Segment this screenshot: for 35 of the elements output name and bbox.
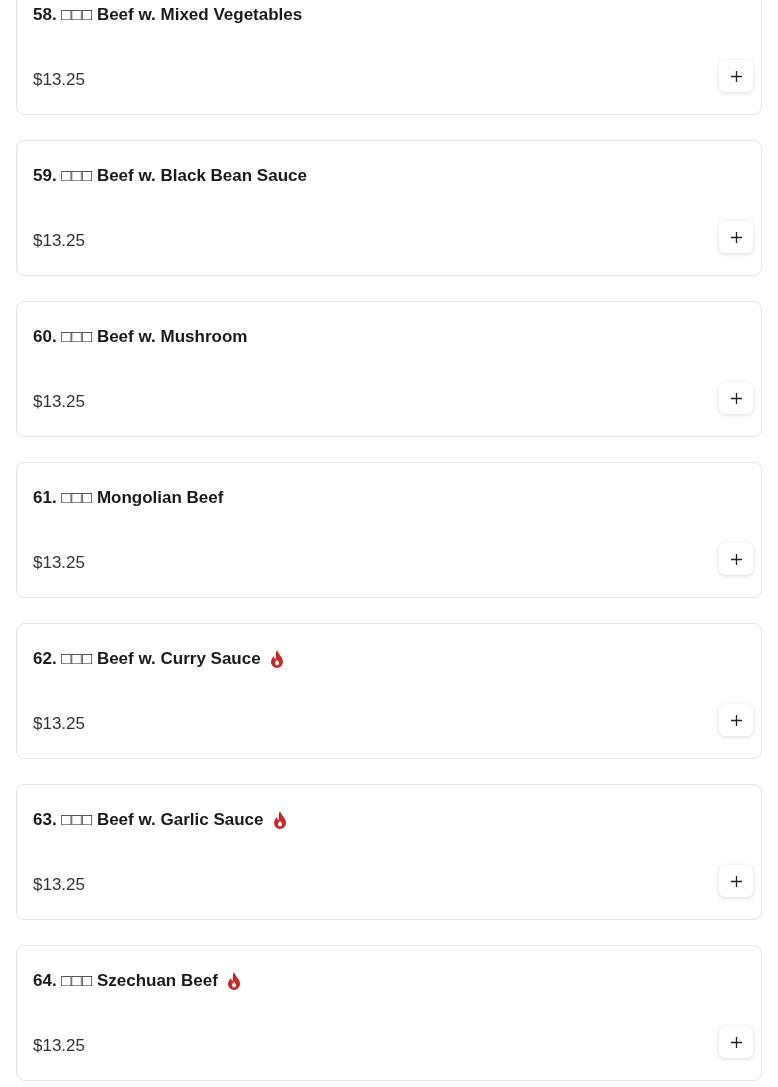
item-price: $13.25 <box>33 1034 85 1057</box>
item-price: $13.25 <box>33 873 85 896</box>
add-button[interactable] <box>719 382 753 414</box>
menu-item-card[interactable]: 62. □□□ Beef w. Curry Sauce $13.25 <box>16 623 762 759</box>
plus-icon <box>730 1036 742 1048</box>
add-button[interactable] <box>719 543 753 575</box>
menu-item-card[interactable]: 58. □□□ Beef w. Mixed Vegetables $13.25 <box>16 0 762 115</box>
item-name: 64. □□□ Szechuan Beef <box>33 970 218 992</box>
item-name: 60. □□□ Beef w. Mushroom <box>33 326 248 348</box>
plus-icon <box>730 714 742 726</box>
item-name: 59. □□□ Beef w. Black Bean Sauce <box>33 165 307 187</box>
item-price: $13.25 <box>33 229 85 252</box>
menu-item-card[interactable]: 64. □□□ Szechuan Beef $13.25 <box>16 945 762 1081</box>
add-button[interactable] <box>719 1026 753 1058</box>
item-name: 58. □□□ Beef w. Mixed Vegetables <box>33 4 303 26</box>
plus-icon <box>730 553 742 565</box>
add-button[interactable] <box>719 865 753 897</box>
item-name: 62. □□□ Beef w. Curry Sauce <box>33 648 261 670</box>
menu-item-card[interactable]: 59. □□□ Beef w. Black Bean Sauce $13.25 <box>16 140 762 276</box>
add-button[interactable] <box>719 60 753 92</box>
item-price: $13.25 <box>33 68 85 91</box>
menu-item-card[interactable]: 61. □□□ Mongolian Beef $13.25 <box>16 462 762 598</box>
menu-item-card[interactable]: 60. □□□ Beef w. Mushroom $13.25 <box>16 301 762 437</box>
add-button[interactable] <box>719 704 753 736</box>
plus-icon <box>730 231 742 243</box>
menu-item-card[interactable]: 63. □□□ Beef w. Garlic Sauce $13.25 <box>16 784 762 920</box>
add-button[interactable] <box>719 221 753 253</box>
item-price: $13.25 <box>33 390 85 413</box>
item-name: 63. □□□ Beef w. Garlic Sauce <box>33 809 264 831</box>
plus-icon <box>730 392 742 404</box>
plus-icon <box>730 70 742 82</box>
item-price: $13.25 <box>33 712 85 735</box>
item-name: 61. □□□ Mongolian Beef <box>33 487 224 509</box>
item-price: $13.25 <box>33 551 85 574</box>
plus-icon <box>730 875 742 887</box>
